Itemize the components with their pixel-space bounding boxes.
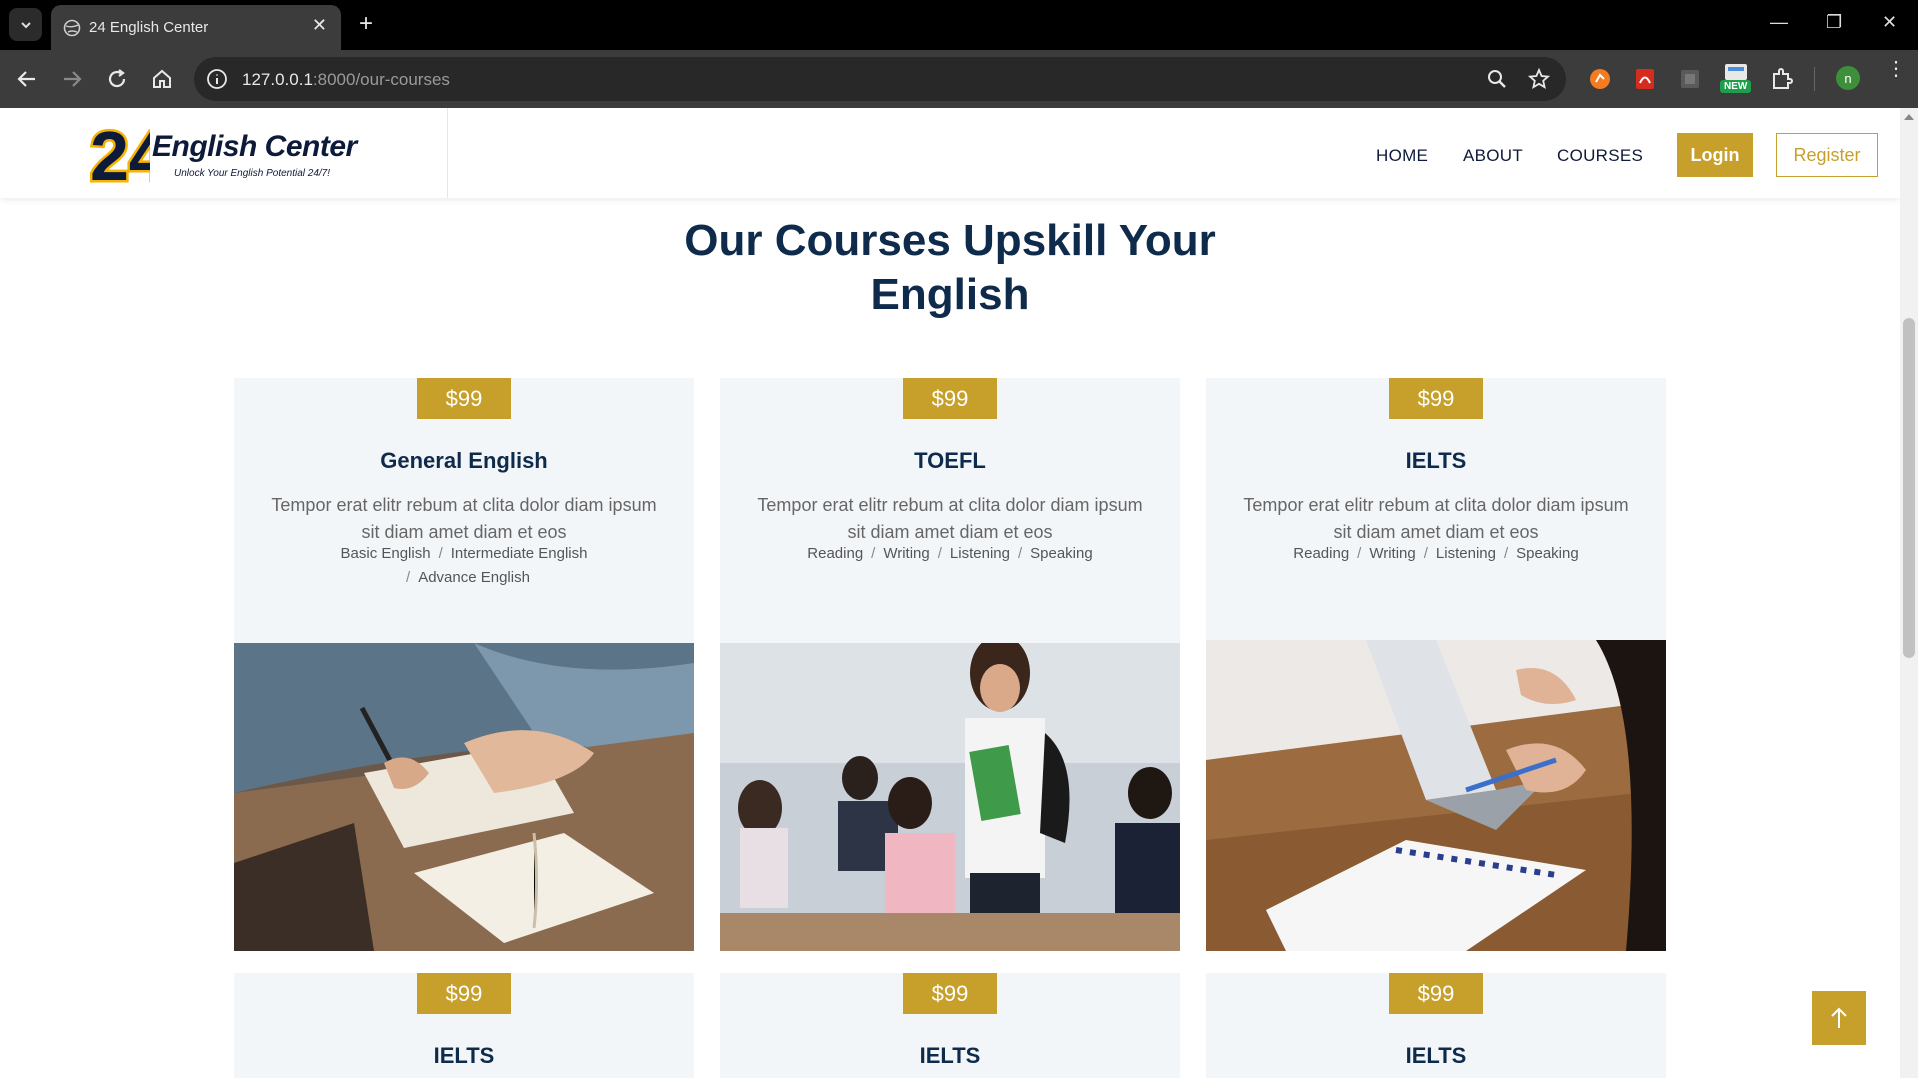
scrollbar-thumb[interactable] [1903,318,1915,658]
browser-tab[interactable]: 24 English Center ✕ [51,5,341,50]
forward-icon[interactable] [60,67,84,91]
extension-grey-icon[interactable] [1677,66,1703,92]
restore-button[interactable]: ❐ [1826,12,1842,33]
back-to-top-button[interactable] [1812,991,1866,1045]
course-photo-writing [234,643,694,951]
price-badge: $99 [1389,378,1483,419]
separator: / [438,545,443,562]
course-card[interactable]: $99 IELTS [234,973,694,1078]
topic-tag: Speaking [1030,545,1093,562]
course-card[interactable]: $99 IELTS Tempor erat elitr rebum at cli… [1206,378,1666,951]
topic-tag: Listening [1435,545,1496,562]
extension-orange-icon[interactable] [1587,66,1613,92]
course-topics: Reading / Writing / Listening / Speaking [1246,542,1626,566]
address-bar[interactable]: 127.0.0.1:8000/our-courses [194,57,1566,101]
url-host: 127.0.0.1 [242,70,313,89]
home-icon[interactable] [150,67,174,91]
topic-tag: Reading [807,545,864,562]
browser-menu-icon[interactable]: ⋮ [1886,59,1906,79]
course-card[interactable]: $99 TOEFL Tempor erat elitr rebum at cli… [720,378,1180,951]
new-badge: NEW [1720,80,1752,93]
separator: / [871,545,876,562]
profile-avatar[interactable]: n [1836,66,1860,90]
topic-tag: Speaking [1516,545,1579,562]
price-badge: $99 [903,973,997,1014]
nav-courses[interactable]: COURSES [1557,146,1643,166]
browser-tab-bar: 24 English Center ✕ + — ❐ ✕ [0,0,1918,50]
globe-icon [63,19,81,37]
site-header: 24 English Center Unlock Your English Po… [0,108,1900,198]
topic-tag: Intermediate English [450,545,588,562]
topic-tag: Listening [949,545,1010,562]
minimize-button[interactable]: — [1770,12,1788,33]
tab-title: 24 English Center [89,19,209,36]
course-title[interactable]: IELTS [1206,448,1666,474]
price-badge: $99 [417,378,511,419]
separator: / [1017,545,1023,562]
separator: / [937,545,942,562]
brand-logo[interactable]: 24 English Center Unlock Your English Po… [0,108,448,198]
reload-icon[interactable] [105,67,129,91]
course-title[interactable]: IELTS [1206,1043,1666,1069]
web-page: 24 English Center Unlock Your English Po… [0,108,1900,1078]
chevron-down-icon [20,21,31,28]
course-topics: Reading / Writing / Listening / Speaking [760,542,1140,566]
extension-new-icon[interactable]: NEW [1718,62,1754,96]
course-title[interactable]: IELTS [720,1043,1180,1069]
url-path: :8000/our-courses [312,70,450,89]
course-title[interactable]: TOEFL [720,448,1180,474]
course-photo-notes [1206,640,1666,951]
logo-24-icon: 24 [88,115,150,195]
scroll-up-arrow[interactable] [1904,114,1914,120]
course-card[interactable]: $99 General English Tempor erat elitr re… [234,378,694,951]
page-title-line-1: Our Courses Upskill Your [684,216,1216,265]
price-badge: $99 [417,973,511,1014]
separator: / [406,569,411,586]
course-description: Tempor erat elitr rebum at clita dolor d… [1243,495,1629,542]
tab-search-button[interactable] [9,8,42,41]
course-card[interactable]: $99 IELTS [1206,973,1666,1078]
course-topics: Basic English / Intermediate English / Advan… [274,542,654,590]
bookmark-star-icon[interactable] [1528,68,1550,90]
course-title[interactable]: General English [234,448,694,474]
site-info-icon[interactable] [206,68,228,90]
course-description: Tempor erat elitr rebum at clita dolor d… [757,495,1143,542]
toolbar-divider [1814,67,1815,91]
topic-tag: Reading [1293,545,1350,562]
course-photo-classroom [720,643,1180,951]
nav-about[interactable]: ABOUT [1463,146,1523,166]
separator: / [1503,545,1509,562]
price-badge: $99 [903,378,997,419]
topic-tag: Writing [1369,545,1416,562]
topic-tag: Writing [883,545,930,562]
page-title-line-2: English [870,270,1030,319]
nav-home[interactable]: HOME [1376,146,1428,166]
new-tab-button[interactable]: + [354,12,378,36]
pdf-extension-icon[interactable] [1632,66,1658,92]
separator: / [1357,545,1362,562]
browser-toolbar: 127.0.0.1:8000/our-courses NEW n ⋮ [0,50,1918,108]
login-button[interactable]: Login [1677,133,1753,177]
logo-name: English Center [152,130,357,163]
close-tab-icon[interactable]: ✕ [312,15,327,36]
topic-tag: Basic English [340,545,431,562]
extensions-puzzle-icon[interactable] [1769,66,1795,92]
logo-tagline: Unlock Your English Potential 24/7! [174,168,331,179]
topic-tag: Advance English [418,569,530,586]
svg-text:24: 24 [90,117,150,194]
course-card[interactable]: $99 IELTS [720,973,1180,1078]
page-scrollbar[interactable] [1900,108,1918,1078]
separator: / [1423,545,1428,562]
register-button[interactable]: Register [1776,133,1878,177]
close-window-button[interactable]: ✕ [1882,12,1897,33]
back-icon[interactable] [15,67,39,91]
course-title[interactable]: IELTS [234,1043,694,1069]
course-description: Tempor erat elitr rebum at clita dolor d… [271,495,657,542]
url-text[interactable]: 127.0.0.1:8000/our-courses [242,70,450,90]
price-badge: $99 [1389,973,1483,1014]
arrow-up-icon [1831,1007,1847,1028]
zoom-icon[interactable] [1486,68,1508,90]
page-title: Our Courses Upskill Your English [550,214,1350,322]
